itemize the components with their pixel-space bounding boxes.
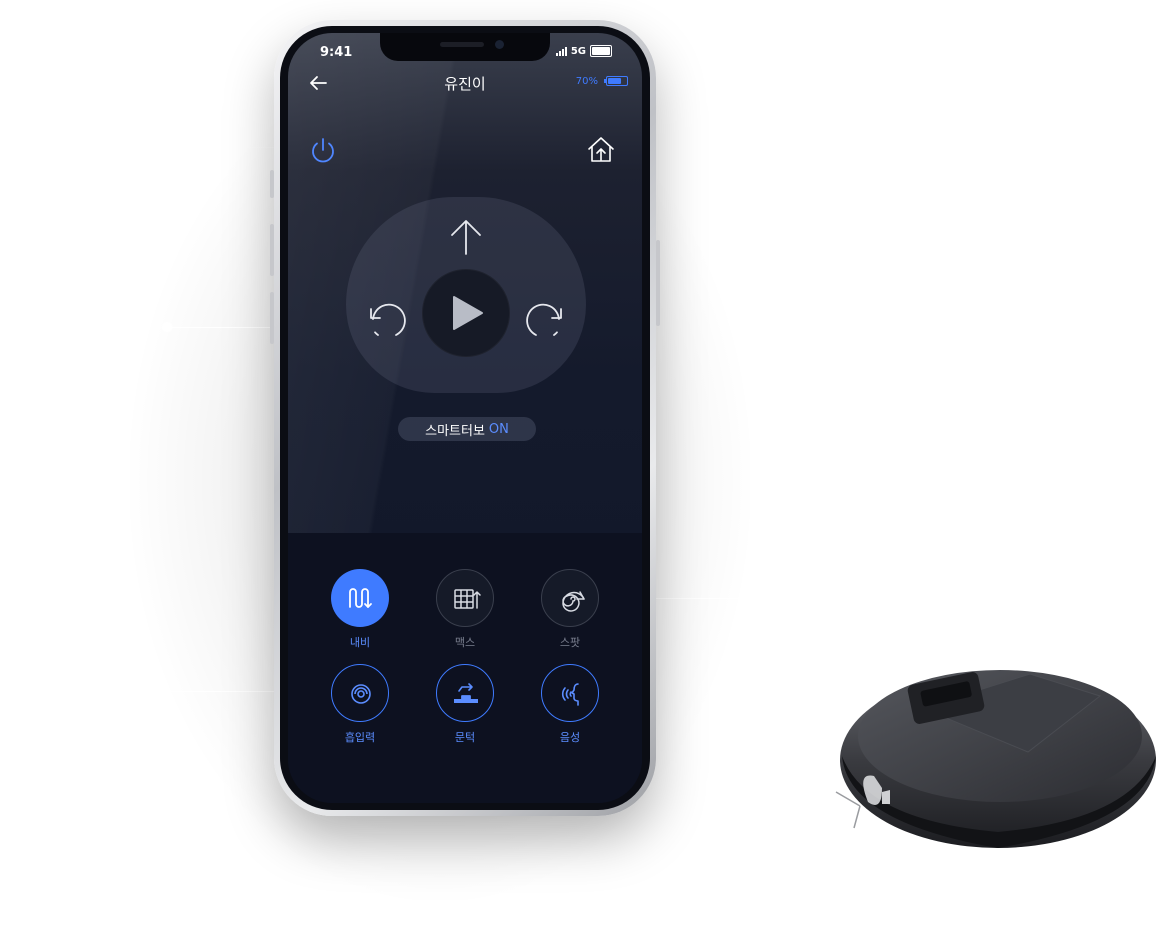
mode-spot-label: 스팟 bbox=[559, 636, 581, 649]
status-time: 9:41 bbox=[320, 45, 353, 60]
power-button[interactable] bbox=[306, 133, 340, 167]
return-home-button[interactable] bbox=[584, 133, 618, 167]
mode-max[interactable]: 맥스 bbox=[425, 569, 505, 650]
mode-max-label: 맥스 bbox=[454, 636, 476, 649]
mode-threshold-label: 문턱 bbox=[454, 731, 476, 744]
mode-navi[interactable]: 내비 bbox=[320, 569, 400, 650]
smart-turbo-toggle[interactable]: 스마트터보 ON bbox=[398, 417, 536, 441]
mode-voice-circle bbox=[541, 664, 599, 722]
mode-max-circle bbox=[436, 569, 494, 627]
volume-down-button bbox=[270, 292, 274, 344]
side-button bbox=[656, 240, 660, 326]
dock-home-icon bbox=[588, 137, 614, 162]
mode-threshold[interactable]: 문턱 bbox=[425, 664, 505, 745]
move-forward-button[interactable] bbox=[448, 217, 484, 257]
app-screen: 9:41 5G 유진이 70% 스마트터보 ON 내비 맥스 스팟 흡입력 문턱… bbox=[288, 33, 642, 803]
mode-voice-label: 음성 bbox=[559, 731, 581, 744]
play-icon bbox=[453, 296, 483, 330]
mode-suction[interactable]: 흡입력 bbox=[320, 664, 400, 745]
mode-threshold-circle bbox=[436, 664, 494, 722]
mode-suction-label: 흡입력 bbox=[344, 731, 376, 744]
mode-spot-circle bbox=[541, 569, 599, 627]
robot-battery-label: 70% bbox=[575, 76, 598, 87]
mode-voice[interactable]: 음성 bbox=[530, 664, 610, 745]
robot-vacuum-image bbox=[835, 670, 1156, 848]
rotate-left-button[interactable] bbox=[362, 295, 412, 345]
silent-switch bbox=[270, 170, 274, 198]
phone-battery-icon bbox=[590, 45, 612, 57]
mode-navi-label: 내비 bbox=[349, 636, 371, 649]
rotate-right-icon bbox=[526, 303, 562, 336]
rotate-left-icon bbox=[370, 303, 406, 336]
callout-dot-dpad bbox=[162, 322, 172, 332]
earpiece-speaker bbox=[440, 42, 484, 47]
mode-suction-circle bbox=[331, 664, 389, 722]
spiral-path-icon bbox=[562, 591, 585, 612]
grid-path-icon bbox=[454, 589, 481, 609]
suction-swirl-icon bbox=[351, 684, 371, 704]
start-cleaning-button[interactable] bbox=[422, 269, 510, 357]
signal-icon bbox=[555, 46, 567, 56]
status-indicators: 5G bbox=[555, 45, 612, 57]
notch bbox=[380, 33, 550, 61]
arrow-up-icon bbox=[451, 220, 481, 255]
robot-battery-fill bbox=[608, 78, 621, 84]
smart-turbo-state: ON bbox=[488, 421, 509, 437]
smart-turbo-label: 스마트터보 bbox=[425, 423, 485, 439]
zigzag-path-icon bbox=[349, 588, 372, 608]
robot-battery-icon bbox=[604, 76, 628, 86]
power-icon bbox=[312, 138, 334, 163]
network-label: 5G bbox=[570, 45, 586, 57]
volume-up-button bbox=[270, 224, 274, 276]
voice-icon bbox=[561, 683, 579, 706]
mode-navi-circle bbox=[331, 569, 389, 627]
mode-spot[interactable]: 스팟 bbox=[530, 569, 610, 650]
front-camera bbox=[495, 40, 504, 49]
threshold-climb-icon bbox=[454, 683, 478, 703]
rotate-right-button[interactable] bbox=[520, 295, 570, 345]
